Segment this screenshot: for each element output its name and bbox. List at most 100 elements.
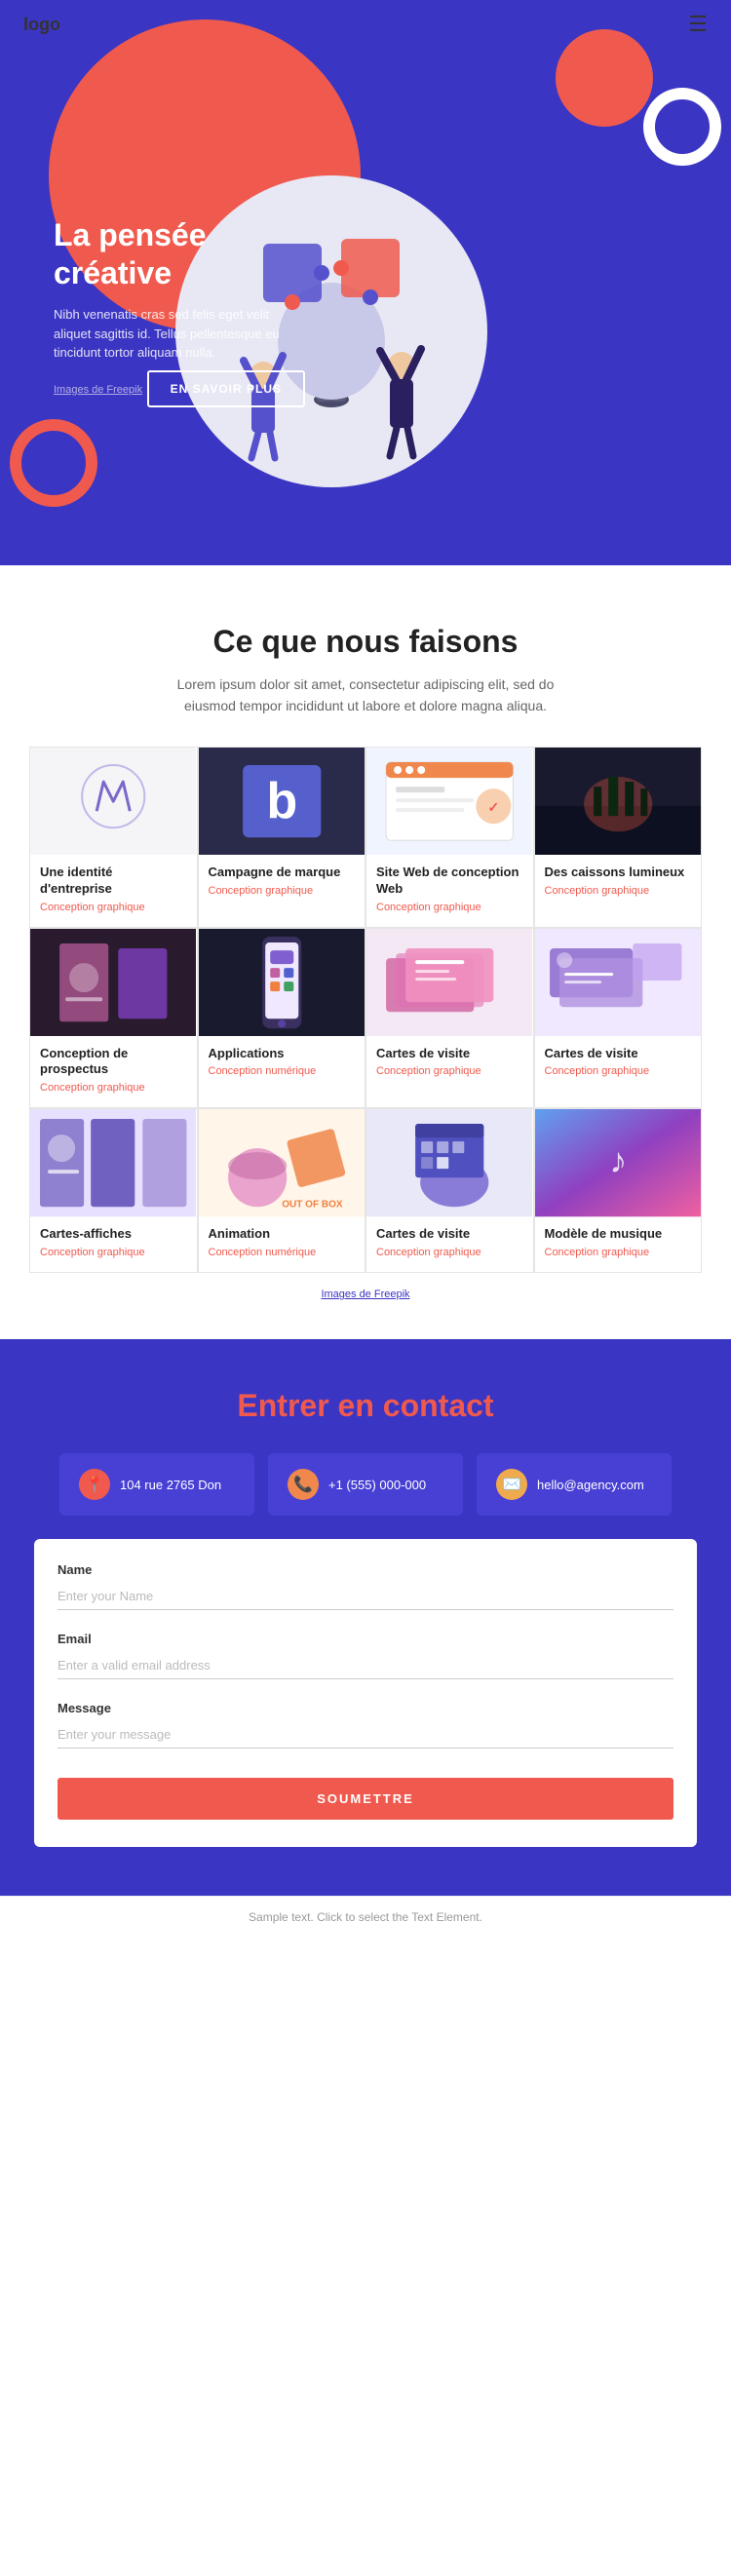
submit-button[interactable]: SOUMETTRE [58, 1778, 673, 1820]
grid-item-image [535, 929, 702, 1036]
grid-item-category: Conception graphique [376, 1247, 523, 1258]
contact-phone: +1 (555) 000-000 [328, 1478, 426, 1492]
grid-item-name: Campagne de marque [209, 865, 356, 881]
email-input[interactable] [58, 1652, 673, 1679]
grid-item-name: Modèle de musique [545, 1226, 692, 1243]
grid-item-name: Cartes de visite [376, 1046, 523, 1062]
grid-item-image [535, 748, 702, 855]
grid-item[interactable]: Conception de prospectus Conception grap… [29, 928, 198, 1109]
grid-item-category: Conception graphique [545, 1247, 692, 1258]
grid-item-info: Cartes de visite Conception graphique [366, 1036, 533, 1092]
grid-item-image [30, 1109, 197, 1216]
grid-item-category: Conception graphique [545, 885, 692, 897]
grid-credit: Images de Freepik [29, 1288, 702, 1300]
grid-item-category: Conception graphique [40, 1082, 187, 1094]
grid-item-image: b [199, 748, 366, 855]
location-icon: 📍 [79, 1469, 110, 1500]
hamburger-icon[interactable]: ☰ [688, 12, 708, 37]
email-label: Email [58, 1632, 673, 1646]
email-field-group: Email [58, 1632, 673, 1697]
svg-text:♪: ♪ [609, 1141, 627, 1181]
grid-item-image: ♪ [535, 1109, 702, 1216]
hero-section: La pensée créative Nibh venenatis cras s… [0, 0, 731, 565]
grid-item-image [366, 1109, 533, 1216]
contact-phone-card: 📞 +1 (555) 000-000 [268, 1453, 463, 1516]
grid-item-image [366, 929, 533, 1036]
contact-form: Name Email Message SOUMETTRE [34, 1539, 697, 1847]
grid-item-name: Animation [209, 1226, 356, 1243]
grid-item-name: Cartes de visite [376, 1226, 523, 1243]
svg-text:OUT OF BOX: OUT OF BOX [282, 1200, 343, 1211]
message-field-group: Message [58, 1701, 673, 1766]
grid-item[interactable]: Cartes-affiches Conception graphique [29, 1108, 198, 1273]
phone-icon: 📞 [288, 1469, 319, 1500]
name-input[interactable] [58, 1583, 673, 1610]
grid-item[interactable]: b Campagne de marque Conception graphiqu… [198, 747, 366, 928]
grid-item[interactable]: Cartes de visite Conception graphique [534, 928, 703, 1109]
hero-title: La pensée créative [54, 216, 307, 291]
grid-item-name: Applications [209, 1046, 356, 1062]
grid-item[interactable]: ♪ Modèle de musique Conception graphique [534, 1108, 703, 1273]
grid-item-info: Site Web de conception Web Conception gr… [366, 855, 533, 927]
footer-note: Sample text. Click to select the Text El… [249, 1910, 482, 1924]
footer: Sample text. Click to select the Text El… [0, 1896, 731, 1938]
services-title: Ce que nous faisons [29, 624, 702, 660]
grid-item-name: Cartes de visite [545, 1046, 692, 1062]
grid-item[interactable]: ✓ Site Web de conception Web Conception … [366, 747, 534, 928]
services-section: Ce que nous faisons Lorem ipsum dolor si… [0, 565, 731, 1339]
contact-section: Entrer en contact 📍 104 rue 2765 Don 📞 +… [0, 1339, 731, 1896]
contact-email-card: ✉️ hello@agency.com [477, 1453, 672, 1516]
grid-item-info: Animation Conception numérique [199, 1216, 366, 1272]
svg-text:✓: ✓ [487, 799, 499, 815]
hero-circle-right [643, 88, 721, 166]
grid-item-info: Cartes de visite Conception graphique [535, 1036, 702, 1092]
grid-item-category: Conception graphique [545, 1065, 692, 1077]
grid-item-image [30, 929, 197, 1036]
grid-item[interactable]: Cartes de visite Conception graphique [366, 928, 534, 1109]
grid-item-category: Conception numérique [209, 1247, 356, 1258]
grid-item[interactable]: Une identité d'entreprise Conception gra… [29, 747, 198, 928]
grid-item-category: Conception graphique [376, 1065, 523, 1077]
grid-item-info: Une identité d'entreprise Conception gra… [30, 855, 197, 927]
svg-text:b: b [266, 773, 297, 829]
grid-item-info: Campagne de marque Conception graphique [199, 855, 366, 910]
contact-title: Entrer en contact [29, 1388, 702, 1424]
grid-item-info: Modèle de musique Conception graphique [535, 1216, 702, 1272]
grid-item-name: Une identité d'entreprise [40, 865, 187, 898]
grid-item-image: OUT OF BOX [199, 1109, 366, 1216]
navbar: logo ☰ [0, 0, 731, 49]
email-icon: ✉️ [496, 1469, 527, 1500]
hero-circle-bottom-left [10, 419, 97, 507]
name-label: Name [58, 1562, 673, 1577]
contact-email: hello@agency.com [537, 1478, 644, 1492]
grid-item[interactable]: OUT OF BOX Animation Conception numériqu… [198, 1108, 366, 1273]
grid-item-info: Conception de prospectus Conception grap… [30, 1036, 197, 1108]
grid-item-info: Cartes-affiches Conception graphique [30, 1216, 197, 1272]
grid-item-category: Conception graphique [40, 902, 187, 913]
grid-item-image [199, 929, 366, 1036]
grid-item-category: Conception numérique [209, 1065, 356, 1077]
grid-item[interactable]: Cartes de visite Conception graphique [366, 1108, 534, 1273]
grid-item-name: Cartes-affiches [40, 1226, 187, 1243]
grid-item-category: Conception graphique [40, 1247, 187, 1258]
services-grid: Une identité d'entreprise Conception gra… [29, 747, 702, 1273]
logo: logo [23, 15, 60, 35]
services-description: Lorem ipsum dolor sit amet, consectetur … [171, 673, 560, 717]
grid-item-name: Site Web de conception Web [376, 865, 523, 898]
grid-item-info: Cartes de visite Conception graphique [366, 1216, 533, 1272]
grid-item-name: Des caissons lumineux [545, 865, 692, 881]
grid-item-image [30, 748, 197, 855]
hero-image-credit: Images de Freepik [54, 384, 142, 396]
grid-item[interactable]: Des caissons lumineux Conception graphiq… [534, 747, 703, 928]
hero-cta-button[interactable]: EN SAVOIR PLUS [147, 370, 305, 407]
contact-address: 104 rue 2765 Don [120, 1478, 221, 1492]
grid-item-info: Des caissons lumineux Conception graphiq… [535, 855, 702, 910]
grid-item-category: Conception graphique [376, 902, 523, 913]
contact-cards: 📍 104 rue 2765 Don 📞 +1 (555) 000-000 ✉️… [29, 1453, 702, 1516]
name-field-group: Name [58, 1562, 673, 1628]
grid-item[interactable]: Applications Conception numérique [198, 928, 366, 1109]
grid-item-category: Conception graphique [209, 885, 356, 897]
hero-content: La pensée créative Nibh venenatis cras s… [54, 216, 307, 406]
contact-address-card: 📍 104 rue 2765 Don [59, 1453, 254, 1516]
message-input[interactable] [58, 1721, 673, 1749]
